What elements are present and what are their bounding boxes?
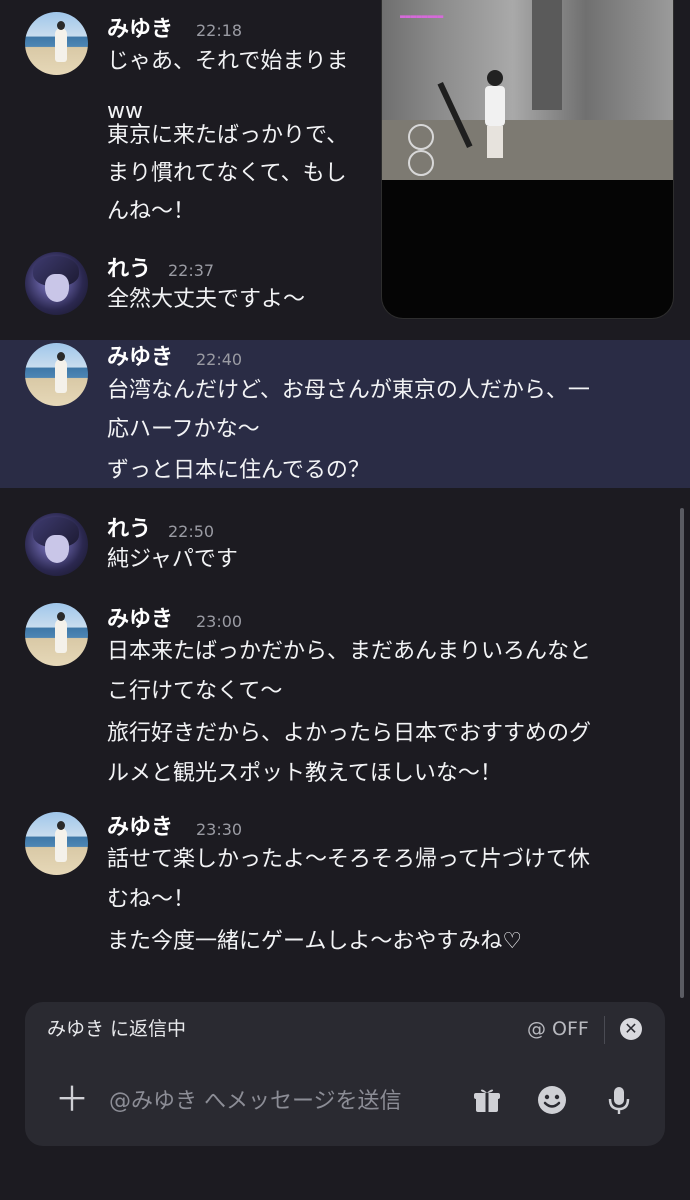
message-text: 全然大丈夫ですよ〜 xyxy=(107,287,306,312)
message-text: 話せて楽しかったよ〜そろそろ帰って片づけて休 xyxy=(107,847,590,872)
video-overlay[interactable]: ▬▬▬▬▬▬▬▬ xyxy=(381,0,674,319)
game-control-icon xyxy=(408,150,434,176)
message-text: 純ジャパです xyxy=(107,547,238,572)
message-group: みゆき 23:30 話せて楽しかったよ〜そろそろ帰って片づけて休 むね〜！ また… xyxy=(0,800,690,980)
message-group-highlighted: みゆき 22:40 台湾なんだけど、お母さんが東京の人だから、一 応ハーフかな〜… xyxy=(0,340,690,488)
username[interactable]: みゆき xyxy=(107,344,173,372)
message-input[interactable] xyxy=(107,1080,451,1122)
user-avatar[interactable] xyxy=(25,812,88,875)
scrollbar[interactable] xyxy=(680,508,684,998)
user-avatar[interactable] xyxy=(25,343,88,406)
user-avatar[interactable] xyxy=(25,12,88,75)
game-screenshot: ▬▬▬▬▬▬▬▬ xyxy=(382,0,673,180)
timestamp: 22:50 xyxy=(168,522,215,541)
message-text: じゃあ、それで始まりま xyxy=(107,49,349,74)
message-group: れう 22:50 純ジャパです xyxy=(0,500,690,590)
username[interactable]: みゆき xyxy=(107,606,173,634)
timestamp: 22:18 xyxy=(196,21,243,40)
message-text: 東京に来たばっかりで、 xyxy=(107,123,349,148)
message-text: こ行けてなくて〜 xyxy=(107,679,283,704)
user-avatar[interactable] xyxy=(25,252,88,315)
message-text: ずっと日本に住んでるの？ xyxy=(107,458,370,483)
timestamp: 23:00 xyxy=(196,612,243,631)
timestamp: 22:37 xyxy=(168,261,215,280)
mention-toggle-button[interactable]: @ OFF xyxy=(527,1016,589,1042)
message-text: 旅行好きだから、よかったら日本でおすすめのグ xyxy=(107,721,592,746)
user-avatar[interactable] xyxy=(25,513,88,576)
message-text: 応ハーフかな〜 xyxy=(107,417,260,442)
username[interactable]: れう xyxy=(107,256,151,284)
microphone-icon[interactable] xyxy=(603,1084,635,1116)
replying-to-label: みゆき に返信中 xyxy=(47,1018,187,1040)
message-text: ルメと観光スポット教えてほしいな〜！ xyxy=(107,761,502,786)
add-attachment-button[interactable]: ＋ xyxy=(55,1080,89,1120)
user-avatar[interactable] xyxy=(25,603,88,666)
username[interactable]: みゆき xyxy=(107,16,173,44)
game-hud-text-icon: ▬▬▬▬▬▬▬▬ xyxy=(400,12,444,22)
message-text: また今度一緒にゲームしよ〜おやすみね♡ xyxy=(107,929,523,954)
timestamp: 22:40 xyxy=(196,350,243,369)
message-text: んね〜！ xyxy=(107,199,196,224)
message-composer: みゆき に返信中 @ OFF ✕ ＋ xyxy=(25,1002,665,1146)
gift-icon[interactable] xyxy=(471,1084,503,1116)
game-character-icon xyxy=(477,70,511,160)
username[interactable]: みゆき xyxy=(107,814,173,842)
message-text: むね〜！ xyxy=(107,887,196,912)
game-control-icon xyxy=(408,124,434,150)
message-text: 日本来たばっかだから、まだあんまりいろんなと xyxy=(107,639,592,664)
bottom-safe-area xyxy=(0,1188,690,1200)
message-group: みゆき 23:00 日本来たばっかだから、まだあんまりいろんなと こ行けてなくて… xyxy=(0,590,690,800)
divider xyxy=(604,1016,605,1044)
timestamp: 23:30 xyxy=(196,820,243,839)
message-text: 台湾なんだけど、お母さんが東京の人だから、一 xyxy=(107,378,590,403)
emoji-icon[interactable] xyxy=(536,1084,568,1116)
message-text: まり慣れてなくて、もし xyxy=(107,161,347,186)
username[interactable]: れう xyxy=(107,516,151,544)
close-reply-button[interactable]: ✕ xyxy=(620,1018,642,1040)
